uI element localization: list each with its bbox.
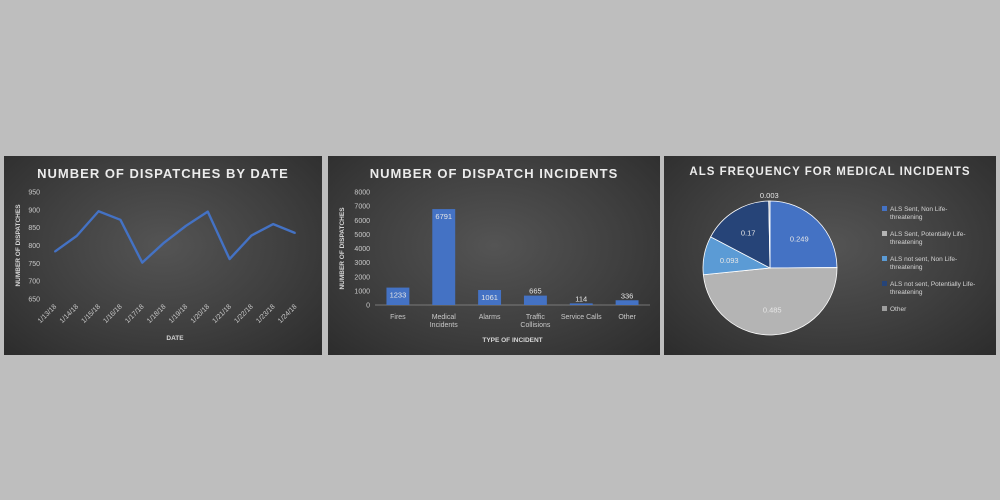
data-point [75,234,78,237]
y-tick-label: 3000 [354,260,370,267]
data-point [163,241,165,244]
data-point [141,261,144,264]
y-tick-label: 5000 [354,232,370,239]
slice-data-label: 0.485 [763,305,782,314]
legend-label: ALS not sent, Potentially Life- [890,281,975,288]
x-tick-label: Medical [432,314,457,321]
bar-data-label: 665 [529,287,542,296]
y-tick-label: 7000 [354,204,370,211]
legend-label: threatening [890,289,923,296]
line-chart: 650 700 750 800 850 900 950 1/13/18 1/14/18 1/15/… [15,190,299,343]
x-tick-label: 1/19/18 [168,303,190,325]
y-axis-label: NUMBER OF DISPATCHES [339,207,346,290]
x-tick-label: 1/14/18 [59,303,81,325]
legend-label: threatening [890,239,923,246]
y-tick-label: 0 [366,303,370,310]
bar-data-label: 1061 [481,293,498,302]
y-tick-label: 700 [28,279,40,286]
y-tick-label: 650 [28,297,40,304]
x-tick-label: Alarms [479,314,501,321]
data-point [206,210,209,213]
x-axis-label: DATE [166,335,184,342]
data-point [185,224,187,227]
bar [432,209,456,305]
x-tick-label: 1/24/18 [277,303,299,325]
bar-data-label: 114 [575,294,587,303]
y-tick-label: 4000 [354,246,370,253]
y-tick-label: 2000 [354,274,370,281]
bar [523,295,547,305]
legend-label: ALS not sent, Non Life- [890,256,957,263]
x-tick-label: Incidents [430,322,459,329]
y-tick-label: 750 [28,261,40,268]
pie-chart-panel: ALS FREQUENCY FOR MEDICAL INCIDENTS 0.24… [664,156,996,355]
x-tick-label: 1/23/18 [255,303,277,325]
bar-data-label: 6791 [435,212,452,221]
legend-swatch [882,256,887,261]
legend-label: threatening [890,214,923,221]
legend-label: ALS Sent, Non Life- [890,206,947,213]
x-tick-label: 1/20/18 [190,303,212,325]
x-axis-label: TYPE OF INCIDENT [482,337,542,344]
slice-data-label: 0.17 [741,229,756,238]
pie-chart: 0.249 0.485 0.093 0.17 0.003 ALS Sent, Non Li… [702,191,975,336]
legend-label: threatening [890,264,923,271]
legend-label: ALS Sent, Potentially Life- [890,231,966,238]
bar [569,303,593,305]
data-point [228,258,231,260]
slice-data-label: 0.093 [720,256,739,265]
y-tick-label: 1000 [354,288,370,295]
legend-label: Other [890,306,907,313]
data-point [97,210,100,213]
data-point [250,234,253,237]
y-tick-label: 900 [28,207,40,214]
legend-swatch [882,281,887,286]
y-tick-label: 850 [28,225,40,232]
bar-data-label: 1233 [390,291,407,300]
slice-data-label: 0.249 [790,235,809,244]
x-tick-label: Collisions [520,322,550,329]
legend-swatch [882,206,887,211]
x-tick-label: 1/15/18 [81,303,103,325]
bar-data-label: 336 [621,291,634,300]
bar-chart: 0 1000 2000 3000 4000 5000 6000 7000 8000 1233 Fir… [339,190,650,344]
slice-data-label: 0.003 [760,191,779,200]
y-tick-label: 6000 [354,218,370,225]
y-axis-label: NUMBER OF DISPATCHES [15,204,22,287]
data-point [119,218,122,221]
legend-swatch [882,231,887,236]
y-tick-label: 800 [28,243,40,250]
data-point [294,232,296,234]
bar [615,300,639,305]
x-tick-label: 1/16/18 [102,303,124,325]
data-point [272,223,275,225]
x-tick-label: Service Calls [561,314,602,321]
x-tick-label: Traffic [526,314,546,321]
y-tick-label: 8000 [354,190,370,197]
bar-chart-panel: NUMBER OF DISPATCH INCIDENTS 0 1000 2000 30… [328,156,660,355]
data-point [54,250,56,253]
x-tick-label: 1/13/18 [37,303,59,325]
x-tick-label: 1/18/18 [146,303,168,325]
y-tick-label: 950 [28,190,40,197]
x-tick-label: Other [618,314,636,321]
x-tick-label: 1/17/18 [124,303,146,325]
series-line [54,210,296,264]
x-tick-label: 1/22/18 [233,303,255,325]
line-chart-panel: NUMBER OF DISPATCHES BY DATE 650 700 750 80… [4,156,322,355]
x-tick-label: Fires [390,314,406,321]
x-tick-label: 1/21/18 [212,303,234,325]
legend-swatch [882,306,887,311]
pie-slice [702,267,838,336]
